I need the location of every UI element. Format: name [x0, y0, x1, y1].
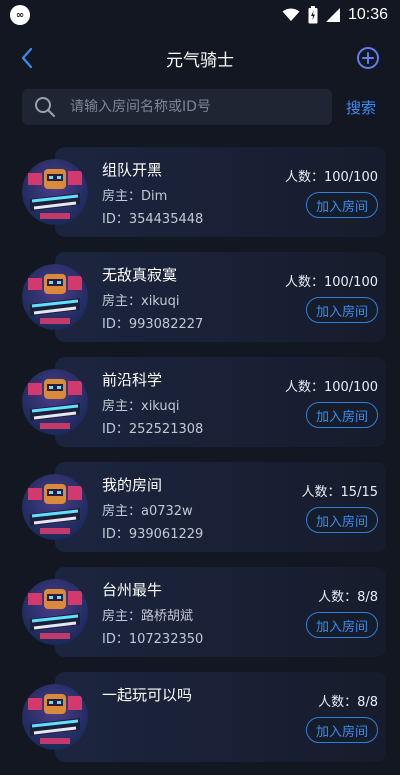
- game-avatar-icon: [22, 369, 88, 435]
- room-id: ID：252521308: [102, 422, 204, 437]
- search-row: 搜索: [22, 89, 382, 125]
- join-room-button[interactable]: 加入房间: [306, 717, 378, 743]
- search-button[interactable]: 搜索: [346, 97, 376, 118]
- room-player-count: 人数：15/15: [301, 485, 378, 500]
- room-player-count: 人数：8/8: [318, 590, 378, 605]
- wifi-icon: [282, 8, 300, 21]
- room-avatar: [22, 579, 88, 645]
- room-list-item[interactable]: 台州最牛 房主：路桥胡斌 ID：107232350 人数：8/8 加入房间: [0, 565, 400, 670]
- room-player-count: 人数：100/100: [284, 275, 378, 290]
- cellular-icon: [325, 8, 340, 22]
- join-room-button[interactable]: 加入房间: [306, 507, 378, 533]
- search-box[interactable]: [22, 89, 332, 125]
- room-name: 台州最牛: [102, 581, 163, 599]
- search-icon: [35, 97, 55, 117]
- room-avatar: [22, 684, 88, 750]
- room-avatar: [22, 159, 88, 225]
- room-id: ID：939061229: [102, 527, 204, 542]
- join-room-button[interactable]: 加入房间: [306, 297, 378, 323]
- game-avatar-icon: [22, 579, 88, 645]
- status-time: 10:36: [347, 6, 388, 23]
- battery-icon: [308, 6, 318, 24]
- status-right: 10:36: [282, 6, 388, 24]
- status-left: ∞: [10, 5, 30, 25]
- room-name: 无敌真寂寞: [102, 266, 178, 284]
- game-avatar-icon: [22, 159, 88, 225]
- room-name: 组队开黑: [102, 161, 163, 179]
- room-owner: 房主：xikuqi: [102, 399, 180, 414]
- room-list: 组队开黑 房主：Dim ID：354435448 人数：100/100 加入房间: [0, 145, 400, 775]
- game-avatar-icon: [22, 264, 88, 330]
- room-name: 我的房间: [102, 476, 163, 494]
- room-avatar: [22, 474, 88, 540]
- room-player-count: 人数：100/100: [284, 380, 378, 395]
- join-room-button[interactable]: 加入房间: [306, 612, 378, 638]
- room-owner: 房主：路桥胡斌: [102, 609, 194, 624]
- room-owner: 房主：xikuqi: [102, 294, 180, 309]
- join-room-button[interactable]: 加入房间: [306, 192, 378, 218]
- room-player-count: 人数：8/8: [318, 695, 378, 710]
- room-owner: 房主：a0732w: [102, 504, 193, 519]
- game-avatar-icon: [22, 684, 88, 750]
- room-id: ID：354435448: [102, 212, 204, 227]
- room-list-item[interactable]: 我的房间 房主：a0732w ID：939061229 人数：15/15 加入房…: [0, 460, 400, 565]
- room-list-item[interactable]: 组队开黑 房主：Dim ID：354435448 人数：100/100 加入房间: [0, 145, 400, 250]
- page-title: 元气骑士: [166, 50, 234, 71]
- room-list-item[interactable]: 无敌真寂寞 房主：xikuqi ID：993082227 人数：100/100 …: [0, 250, 400, 355]
- join-room-button[interactable]: 加入房间: [306, 402, 378, 428]
- back-arrow-icon[interactable]: [16, 46, 40, 70]
- room-name: 前沿科学: [102, 371, 163, 389]
- game-avatar-icon: [22, 474, 88, 540]
- room-avatar: [22, 369, 88, 435]
- room-avatar: [22, 264, 88, 330]
- app-notification-icon: ∞: [10, 5, 30, 25]
- search-input[interactable]: [68, 98, 312, 116]
- room-list-item[interactable]: 前沿科学 房主：xikuqi ID：252521308 人数：100/100 加…: [0, 355, 400, 460]
- room-owner: 房主：Dim: [102, 189, 168, 204]
- room-name: 一起玩可以吗: [102, 686, 193, 704]
- nav-bar: 元气骑士: [0, 38, 400, 78]
- room-id: ID：993082227: [102, 317, 204, 332]
- room-id: ID：107232350: [102, 632, 204, 647]
- add-circle-icon[interactable]: [356, 46, 380, 70]
- status-bar: ∞ 10:36: [0, 0, 400, 30]
- room-list-item[interactable]: 一起玩可以吗 人数：8/8 加入房间: [0, 670, 400, 775]
- room-player-count: 人数：100/100: [284, 170, 378, 185]
